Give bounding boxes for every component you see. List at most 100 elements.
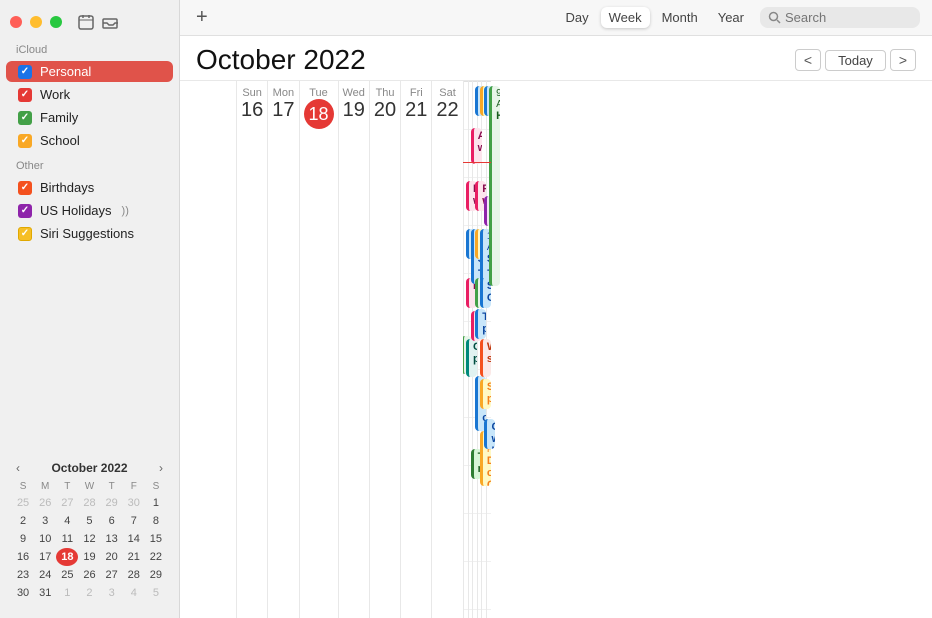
mini-cal-day[interactable]: 26 <box>34 494 56 512</box>
mini-cal-day[interactable]: 10 <box>34 530 56 548</box>
mini-cal-day[interactable]: 27 <box>56 494 78 512</box>
mini-cal-day[interactable]: 13 <box>101 530 123 548</box>
sidebar-item-family[interactable]: ✓ Family <box>6 107 173 128</box>
mini-calendar: ‹ October 2022 › S M T W T F S 252627282… <box>0 453 179 610</box>
sidebar-item-birthdays[interactable]: ✓ Birthdays <box>6 177 173 198</box>
mini-cal-day[interactable]: 1 <box>145 494 167 512</box>
search-input[interactable] <box>785 10 905 25</box>
mini-cal-day[interactable]: 29 <box>145 566 167 584</box>
mini-cal-day[interactable]: 6 <box>101 512 123 530</box>
mini-cal-next[interactable]: › <box>155 461 167 475</box>
mini-cal-day[interactable]: 8 <box>145 512 167 530</box>
mini-cal-day[interactable]: 22 <box>145 548 167 566</box>
view-month-button[interactable]: Month <box>654 7 706 28</box>
inbox-icon <box>102 14 118 30</box>
view-day-button[interactable]: Day <box>557 7 596 28</box>
us-holidays-checkbox[interactable]: ✓ <box>18 204 32 218</box>
view-week-button[interactable]: Week <box>601 7 650 28</box>
view-year-button[interactable]: Year <box>710 7 752 28</box>
mini-cal-day[interactable]: 1 <box>56 584 78 602</box>
mini-cal-day[interactable]: 23 <box>12 566 34 584</box>
mini-cal-day[interactable]: 11 <box>56 530 78 548</box>
sidebar-item-work[interactable]: ✓ Work <box>6 84 173 105</box>
mini-cal-day[interactable]: 3 <box>101 584 123 602</box>
day-header-mon[interactable]: Mon17 <box>267 81 298 618</box>
mini-cal-day[interactable]: 24 <box>34 566 56 584</box>
sidebar-item-siri[interactable]: ✓ Siri Suggestions <box>6 223 173 244</box>
mini-cal-day[interactable]: 14 <box>123 530 145 548</box>
mini-cal-day[interactable]: 30 <box>123 494 145 512</box>
calendar-event[interactable]: Call with Lu... <box>484 419 495 449</box>
cal-grid: Sun16Mon17Tue18Wed19Thu20Fri21Sat22all-d… <box>180 81 932 618</box>
calendar-event[interactable]: Artist work... <box>471 128 482 164</box>
mini-cal-day[interactable]: 30 <box>12 584 34 602</box>
school-checkbox[interactable]: ✓ <box>18 134 32 148</box>
hour-line <box>487 609 491 610</box>
day-header-fri[interactable]: Fri21 <box>400 81 431 618</box>
dow-thu: T <box>101 479 123 494</box>
hour-line <box>487 321 491 322</box>
mini-cal-day[interactable]: 25 <box>12 494 34 512</box>
prev-button[interactable]: < <box>795 49 821 71</box>
mini-cal-day[interactable]: 20 <box>101 548 123 566</box>
mini-cal-day[interactable]: 7 <box>123 512 145 530</box>
mini-cal-day[interactable]: 15 <box>145 530 167 548</box>
mini-cal-day[interactable]: 28 <box>78 494 100 512</box>
mini-cal-day[interactable]: 16 <box>12 548 34 566</box>
family-checkbox[interactable]: ✓ <box>18 111 32 125</box>
mini-cal-day[interactable]: 5 <box>145 584 167 602</box>
mini-cal-day[interactable]: 4 <box>123 584 145 602</box>
mini-cal-day[interactable]: 26 <box>78 566 100 584</box>
sidebar-item-school[interactable]: ✓ School <box>6 130 173 151</box>
sidebar-item-us-holidays[interactable]: ✓ US Holidays )) <box>6 200 173 221</box>
day-header-thu[interactable]: Thu20 <box>369 81 400 618</box>
mini-cal-day[interactable]: 27 <box>101 566 123 584</box>
close-button[interactable] <box>10 16 22 28</box>
mini-cal-day[interactable]: 18 <box>56 548 78 566</box>
day-header-sat[interactable]: Sat22 <box>431 81 462 618</box>
calendar-event[interactable]: Writing ses... <box>480 339 491 377</box>
minimize-button[interactable] <box>30 16 42 28</box>
search-box[interactable] <box>760 7 920 28</box>
calendar-event[interactable]: Choir pract... <box>466 339 477 377</box>
calendar-event[interactable]: 9 AMHike <box>489 86 500 286</box>
mini-cal-day[interactable]: 4 <box>56 512 78 530</box>
mini-cal-day[interactable]: 12 <box>78 530 100 548</box>
mini-cal-title: October 2022 <box>51 461 127 475</box>
day-header-sun[interactable]: Sun16 <box>236 81 267 618</box>
mini-cal-day[interactable]: 2 <box>12 512 34 530</box>
mini-cal-day[interactable]: 21 <box>123 548 145 566</box>
cal-grid-wrapper[interactable]: Sun16Mon17Tue18Wed19Thu20Fri21Sat22all-d… <box>180 81 932 618</box>
toolbar: + Day Week Month Year <box>180 0 932 36</box>
calendar-event[interactable]: Team prese... <box>475 309 486 339</box>
school-label: School <box>40 133 80 148</box>
mini-cal-day[interactable]: 5 <box>78 512 100 530</box>
us-holidays-label: US Holidays <box>40 203 112 218</box>
day-header-tue[interactable]: Tue18 <box>299 81 338 618</box>
day-header-wed[interactable]: Wed19 <box>338 81 369 618</box>
mini-cal-day[interactable]: 3 <box>34 512 56 530</box>
add-event-button[interactable]: + <box>192 6 212 29</box>
today-button[interactable]: Today <box>825 50 886 71</box>
window-chrome <box>0 8 179 36</box>
maximize-button[interactable] <box>50 16 62 28</box>
sidebar-item-personal[interactable]: ✓ Personal <box>6 61 173 82</box>
mini-cal-day[interactable]: 31 <box>34 584 56 602</box>
next-button[interactable]: > <box>890 49 916 71</box>
mini-cal-day[interactable]: 2 <box>78 584 100 602</box>
mini-cal-prev[interactable]: ‹ <box>12 461 24 475</box>
siri-checkbox[interactable]: ✓ <box>18 227 32 241</box>
mini-cal-day[interactable]: 28 <box>123 566 145 584</box>
mini-cal-day[interactable]: 29 <box>101 494 123 512</box>
day-name: Wed <box>343 87 365 99</box>
personal-checkbox[interactable]: ✓ <box>18 65 32 79</box>
mini-cal-day[interactable]: 9 <box>12 530 34 548</box>
mini-cal-day[interactable]: 19 <box>78 548 100 566</box>
birthdays-checkbox[interactable]: ✓ <box>18 181 32 195</box>
calendar-event[interactable]: Soccer pra... <box>480 379 491 409</box>
work-checkbox[interactable]: ✓ <box>18 88 32 102</box>
mini-cal-day[interactable]: 25 <box>56 566 78 584</box>
search-icon <box>768 11 781 24</box>
mini-cal-day[interactable]: 17 <box>34 548 56 566</box>
calendar-icon <box>78 14 94 30</box>
